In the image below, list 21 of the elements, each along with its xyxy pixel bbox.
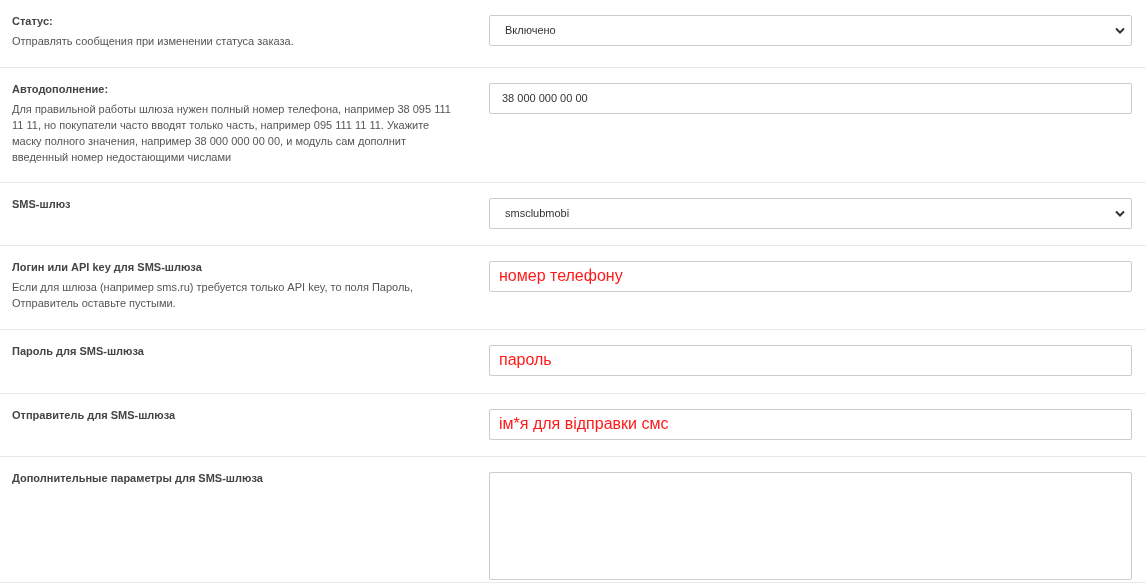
dropdown-value: smsclubmobi <box>505 206 570 222</box>
input-field[interactable]: 38 000 000 00 00 <box>489 83 1132 114</box>
dropdown[interactable]: Включено <box>489 15 1132 46</box>
dropdown-value: Включено <box>505 23 556 39</box>
field-label: Статус: <box>12 14 54 28</box>
field-description: Если для шлюза (например sms.ru) требуется только API key, то поля Пароль, Отправитель оставьте пустыми. <box>12 280 415 311</box>
field-label: SMS-шлюз <box>12 197 72 211</box>
field-description: Для правильной работы шлюза нужен полный номер телефона, например 38 095 111 11 11, но покупатели часто вводят только часть, например 095 111 11 11. Укажите маску полного значения, например 38 000 000 00 00, и модуль сам дополнит введенный номер недостающими числами <box>12 102 452 165</box>
text-area[interactable] <box>489 472 1132 580</box>
field-label: Дополнительные параметры для SMS-шлюза <box>12 471 264 485</box>
field-label: Пароль для SMS-шлюза <box>12 344 145 358</box>
dropdown[interactable]: smsclubmobi <box>489 198 1132 229</box>
input-field[interactable]: номер телефону <box>489 261 1132 292</box>
input-field[interactable]: пароль <box>489 345 1132 376</box>
field-label: Отправитель для SMS-шлюза <box>12 408 177 422</box>
field-label: Автодополнение: <box>12 82 110 96</box>
chevron-down-icon <box>1115 27 1125 34</box>
chevron-down-icon <box>1115 210 1125 217</box>
input-field[interactable]: ім*я для відправки смс <box>489 409 1132 440</box>
field-label: Логин или API key для SMS-шлюза <box>12 260 203 274</box>
field-description: Отправлять сообщения при изменении статуса заказа. <box>12 34 295 49</box>
